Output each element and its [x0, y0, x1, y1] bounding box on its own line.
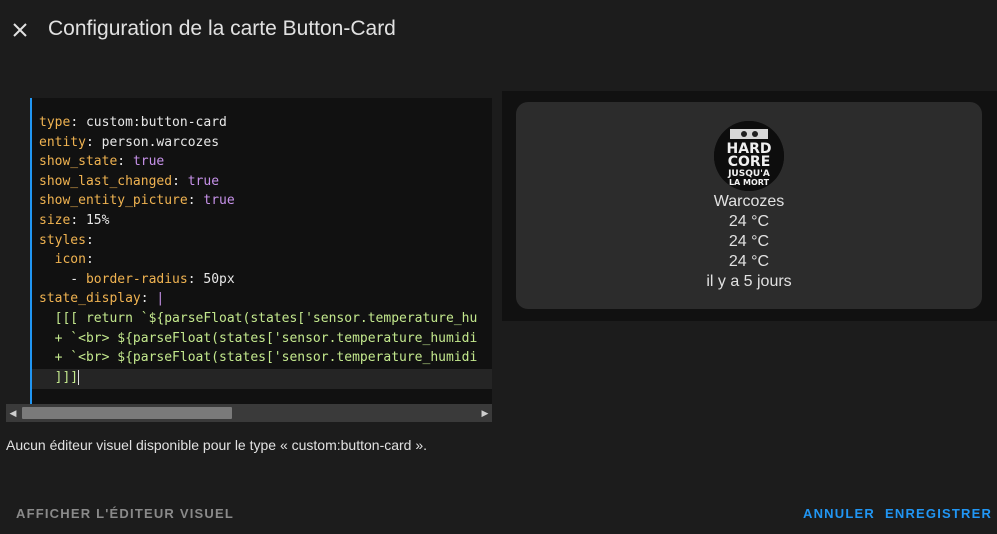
code-token: + `<br> ${parseFloat(states['sensor.temp… — [39, 330, 478, 346]
code-text: + `<br> ${parseFloat(states['sensor.temp… — [32, 350, 478, 366]
code-token: | — [156, 291, 165, 307]
code-text: size: 15% — [32, 213, 109, 228]
code-token: styles — [39, 232, 86, 248]
code-token: true — [187, 173, 220, 189]
horizontal-scrollbar[interactable]: ◀ ▶ — [6, 404, 492, 422]
code-token: 50px — [203, 271, 235, 287]
avatar-text-2: CORE — [728, 154, 771, 170]
yaml-code-editor[interactable]: 1type: custom:button-card2entity: person… — [6, 98, 492, 422]
code-token: : — [70, 115, 86, 130]
code-line[interactable]: 3show_state: true — [32, 152, 492, 172]
scroll-left-icon[interactable]: ◀ — [6, 404, 20, 422]
code-token: state_display — [39, 291, 141, 307]
code-token: person.warcozes — [101, 134, 220, 150]
code-text: + `<br> ${parseFloat(states['sensor.temp… — [32, 330, 478, 346]
code-token: true — [132, 154, 165, 170]
state-line-3: 24 °C — [728, 253, 770, 270]
code-line[interactable]: 12 + `<br> ${parseFloat(states['sensor.t… — [32, 329, 492, 349]
code-token: custom:button-card — [85, 115, 227, 130]
code-token: : — [187, 193, 204, 209]
code-token: border-radius — [85, 271, 188, 287]
state-line-1: 24 °C — [728, 213, 770, 230]
code-text: show_last_changed: true — [32, 174, 219, 189]
code-token: true — [203, 193, 235, 209]
show-visual-editor-button[interactable]: AFFICHER L'ÉDITEUR VISUEL — [16, 506, 234, 521]
code-text: styles: — [32, 233, 94, 248]
code-token: show_last_changed — [39, 173, 173, 189]
code-token: - — [39, 271, 86, 287]
close-button[interactable] — [8, 18, 32, 42]
code-token: : — [85, 252, 94, 268]
line-number-gutter — [6, 98, 30, 404]
code-text: type: custom:button-card — [32, 115, 227, 130]
code-area[interactable]: 1type: custom:button-card2entity: person… — [32, 98, 492, 404]
code-text: state_display: | — [32, 291, 164, 306]
code-token: type — [39, 115, 71, 130]
code-text: ]]] — [32, 369, 80, 385]
code-token: : — [85, 232, 94, 248]
dialog-title: Configuration de la carte Button-Card — [48, 17, 396, 40]
last-changed: il y a 5 jours — [706, 273, 792, 290]
code-text: icon: — [32, 252, 94, 267]
code-token: : — [187, 271, 204, 287]
code-lines: 1type: custom:button-card2entity: person… — [32, 113, 492, 387]
code-line[interactable]: 5show_entity_picture: true — [32, 191, 492, 211]
code-line[interactable]: 4show_last_changed: true — [32, 172, 492, 192]
code-token: : — [85, 134, 102, 150]
text-cursor — [78, 369, 80, 385]
code-token: icon — [39, 252, 86, 268]
code-line[interactable]: 2entity: person.warcozes — [32, 133, 492, 153]
code-token: : — [172, 173, 188, 189]
scrollbar-thumb[interactable] — [22, 407, 232, 419]
no-visual-editor-notice: Aucun éditeur visuel disponible pour le … — [6, 437, 428, 453]
code-token: : — [140, 291, 157, 307]
code-text: - border-radius: 50px — [32, 271, 235, 287]
state-line-2: 24 °C — [728, 233, 770, 250]
code-token: size — [39, 212, 71, 228]
code-line[interactable]: 13 + `<br> ${parseFloat(states['sensor.t… — [32, 348, 492, 368]
cancel-button[interactable]: ANNULER — [803, 506, 875, 521]
avatar-image: HARD CORE JUSQU'A LA MORT — [714, 121, 784, 191]
code-token: : — [70, 212, 86, 228]
code-token: show_entity_picture — [39, 193, 188, 209]
code-text: show_state: true — [32, 154, 164, 169]
code-line[interactable]: 11 [[[ return `${parseFloat(states['sens… — [32, 309, 492, 329]
card-preview: HARD CORE JUSQU'A LA MORT Warcozes 24 °C… — [502, 91, 997, 321]
code-line[interactable]: 8 icon: — [32, 250, 492, 270]
dialog-header: Configuration de la carte Button-Card — [0, 0, 997, 60]
code-line[interactable]: 10state_display: | — [32, 289, 492, 309]
code-text: [[[ return `${parseFloat(states['sensor.… — [32, 310, 478, 326]
code-line[interactable]: 1type: custom:button-card — [32, 113, 492, 133]
code-token: [[[ return `${parseFloat(states['sensor.… — [39, 310, 478, 326]
code-text: show_entity_picture: true — [32, 193, 235, 208]
code-token: entity — [39, 134, 86, 150]
code-token: ]]] — [39, 369, 79, 385]
code-token: 15% — [85, 212, 110, 228]
code-token: + `<br> ${parseFloat(states['sensor.temp… — [39, 350, 478, 366]
entity-picture: HARD CORE JUSQU'A LA MORT — [714, 121, 784, 191]
code-line[interactable]: 6size: 15% — [32, 211, 492, 231]
card-text: Warcozes 24 °C 24 °C 24 °C il y a 5 jour… — [516, 192, 982, 292]
entity-name: Warcozes — [713, 193, 785, 210]
scroll-right-icon[interactable]: ▶ — [478, 404, 492, 422]
button-card[interactable]: HARD CORE JUSQU'A LA MORT Warcozes 24 °C… — [516, 102, 982, 309]
code-text: entity: person.warcozes — [32, 135, 219, 150]
code-line[interactable]: 7styles: — [32, 231, 492, 251]
avatar-text-4: LA MORT — [729, 178, 770, 187]
code-line[interactable]: 9 - border-radius: 50px — [32, 270, 492, 290]
close-icon — [13, 23, 27, 37]
save-button[interactable]: ENREGISTRER — [885, 506, 992, 521]
code-line[interactable]: 14 ]]] — [32, 368, 492, 388]
code-token: : — [117, 154, 133, 170]
code-token: show_state — [39, 154, 118, 170]
